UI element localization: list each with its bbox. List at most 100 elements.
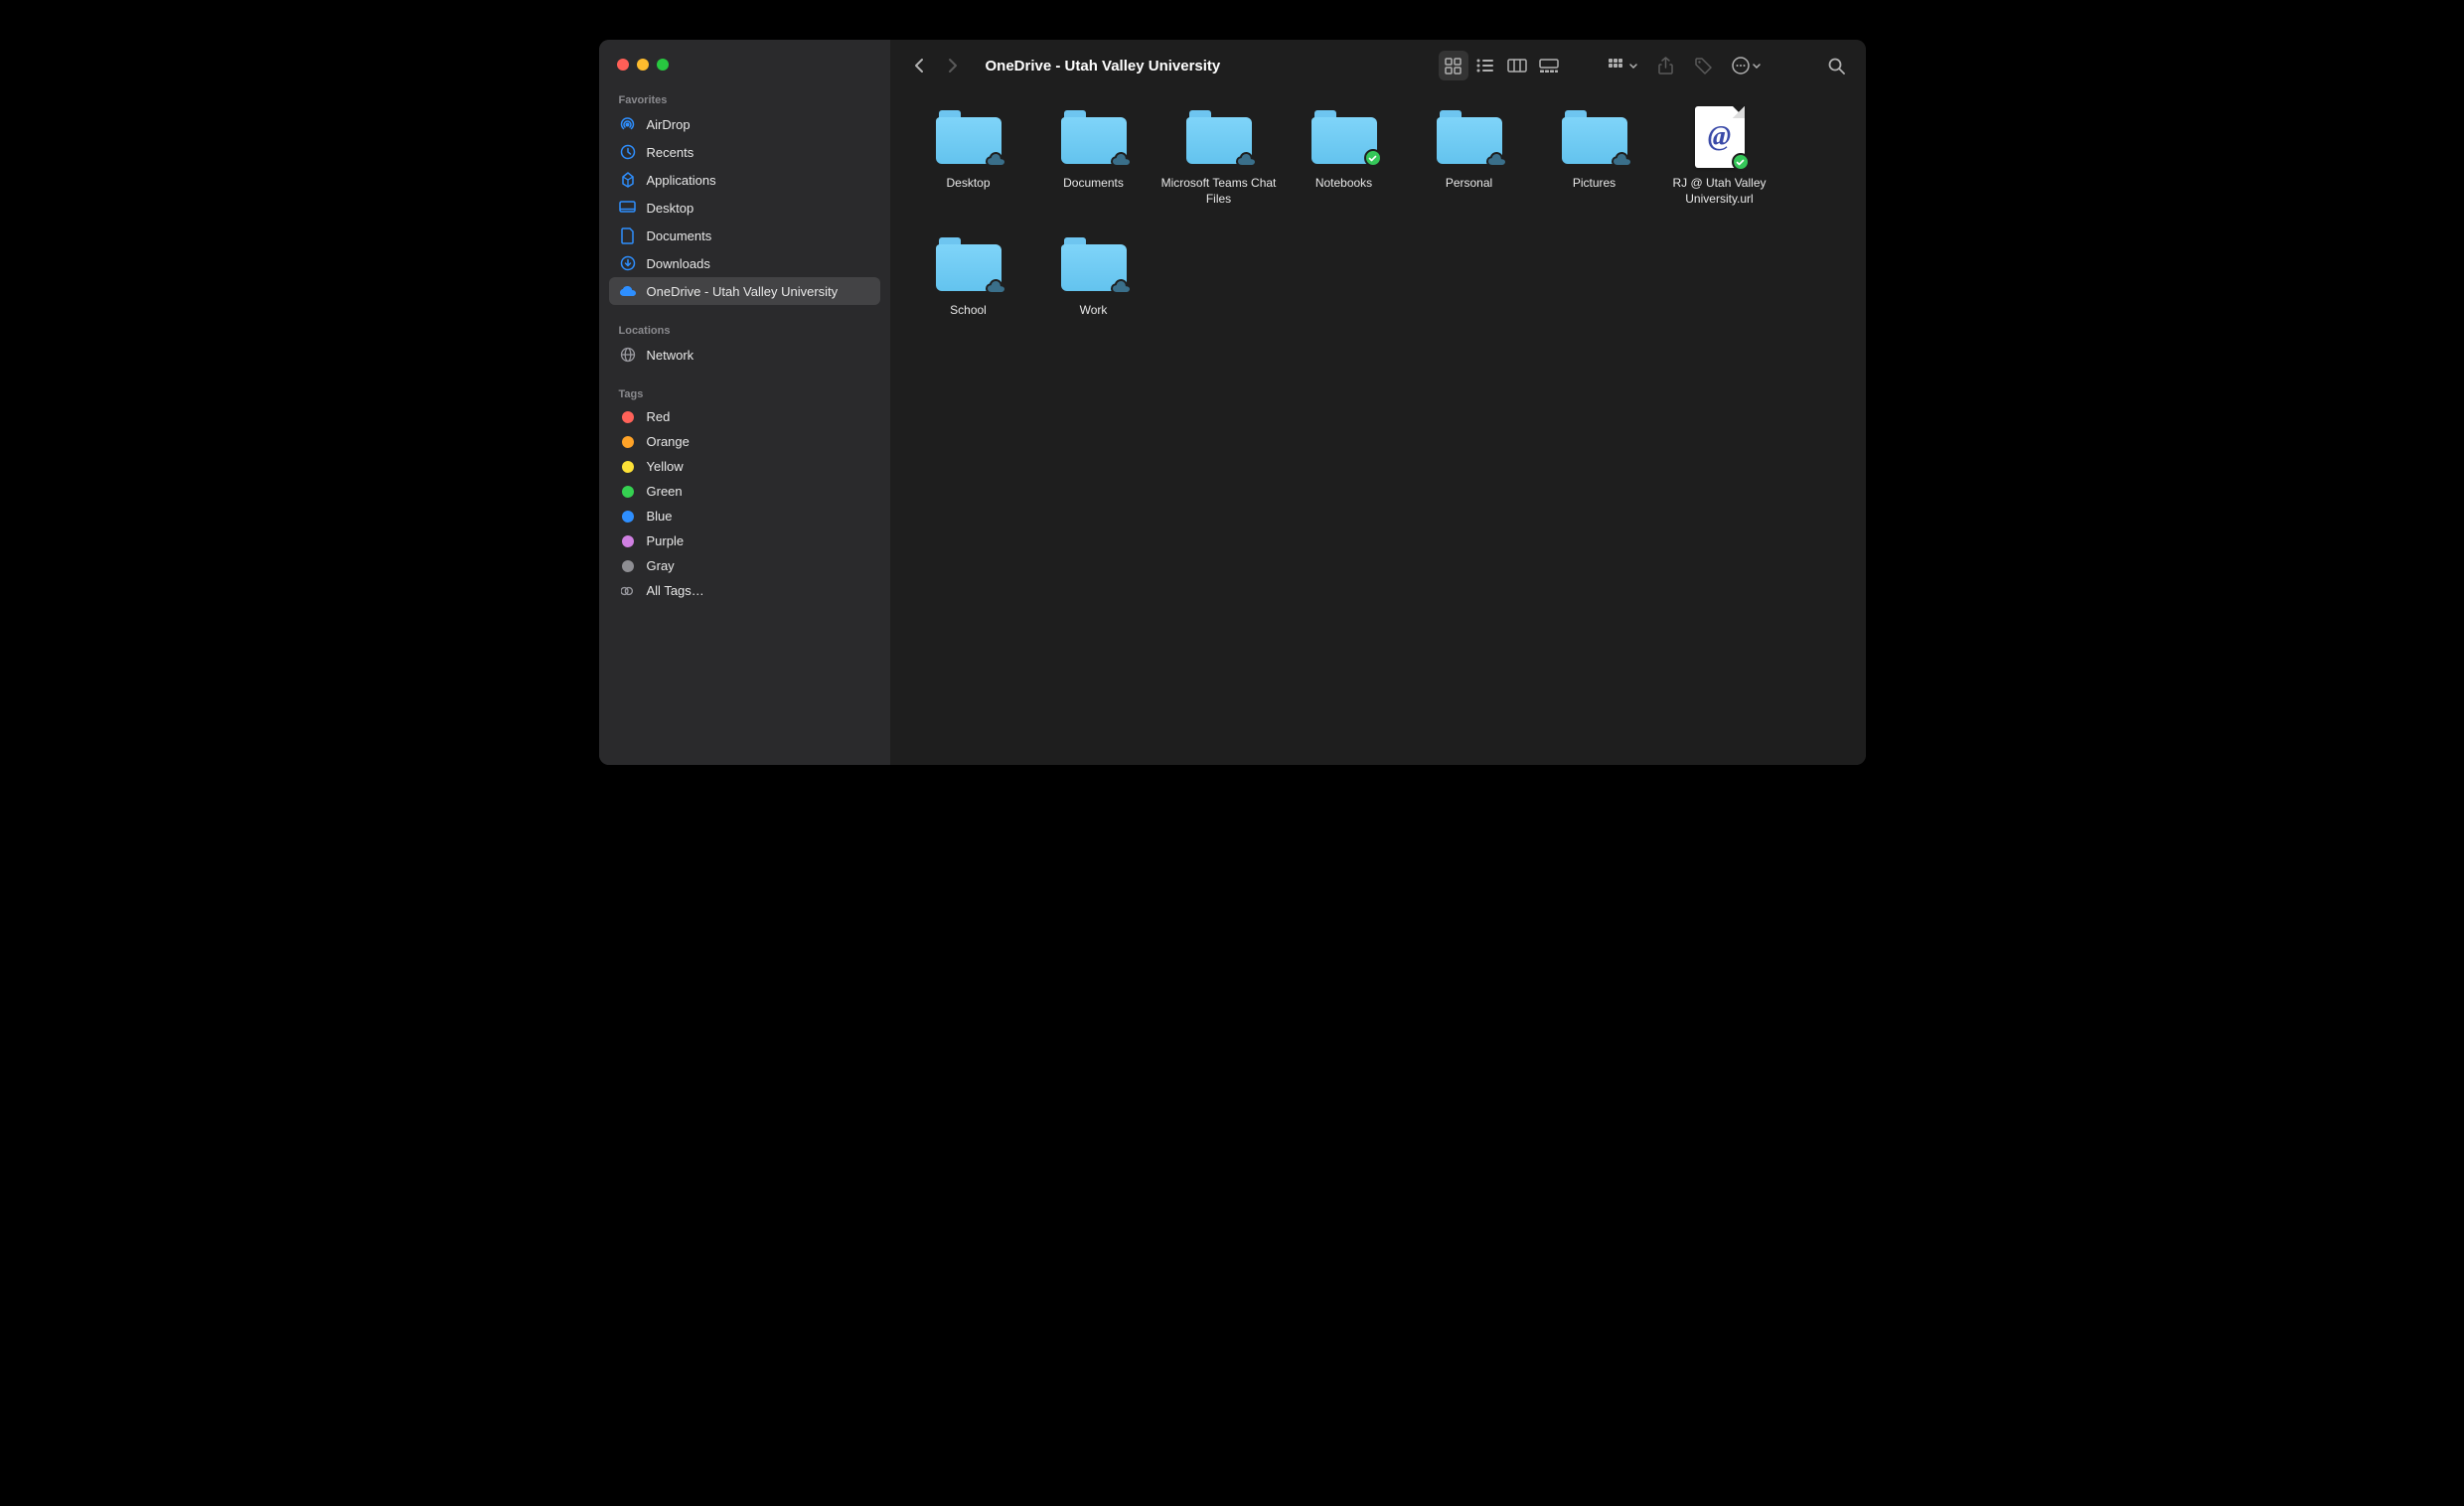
file-label: RJ @ Utah Valley University.url [1661, 175, 1778, 207]
columns-icon [1507, 59, 1527, 73]
folder-icon [1435, 105, 1504, 169]
list-icon [1476, 59, 1493, 73]
toolbar: OneDrive - Utah Valley University [890, 40, 1866, 91]
sidebar-item-recents[interactable]: Recents [609, 138, 880, 166]
file-item[interactable]: Notebooks [1284, 101, 1405, 211]
file-item[interactable]: Pictures [1534, 101, 1655, 211]
sidebar-item-label: Gray [647, 558, 675, 573]
sidebar-item-label: Red [647, 409, 671, 424]
sidebar-item-orange[interactable]: Orange [609, 429, 880, 454]
sidebar-item-green[interactable]: Green [609, 479, 880, 504]
file-item[interactable]: Desktop [908, 101, 1029, 211]
column-view-button[interactable] [1502, 51, 1532, 80]
folder-icon [1560, 105, 1629, 169]
sidebar-item-label: Downloads [647, 256, 710, 271]
file-item[interactable]: Microsoft Teams Chat Files [1158, 101, 1280, 211]
file-label: Microsoft Teams Chat Files [1160, 175, 1278, 207]
maximize-window-button[interactable] [657, 59, 669, 71]
sidebar: Favorites AirDrop Recents Applications Deskt… [599, 40, 890, 765]
view-mode-group [1439, 51, 1564, 80]
action-menu-button[interactable] [1727, 51, 1767, 80]
folder-icon [1059, 105, 1129, 169]
file-item[interactable]: School [908, 228, 1029, 322]
sidebar-item-all-tags[interactable]: All Tags… [609, 578, 880, 603]
cloud-badge-icon [1485, 152, 1507, 168]
file-label: Pictures [1573, 175, 1616, 191]
chevron-down-icon [1629, 64, 1637, 69]
sidebar-item-applications[interactable]: Applications [609, 166, 880, 194]
sidebar-section-header: Favorites [609, 88, 880, 110]
at-symbol-icon: @ [1708, 121, 1731, 153]
tag-icon [1695, 58, 1712, 75]
yellow-tag-icon [622, 461, 634, 473]
sidebar-item-label: Yellow [647, 459, 684, 474]
cloud-icon [619, 282, 637, 300]
cloud-badge-icon [1235, 152, 1257, 168]
file-label: Desktop [946, 175, 990, 191]
search-icon [1828, 58, 1845, 75]
sidebar-item-downloads[interactable]: Downloads [609, 249, 880, 277]
share-button[interactable] [1651, 51, 1681, 80]
purple-tag-icon [622, 535, 634, 547]
forward-button[interactable] [938, 51, 968, 80]
file-item[interactable]: Documents [1033, 101, 1155, 211]
gray-tag-icon [622, 560, 634, 572]
file-label: Notebooks [1315, 175, 1372, 191]
tags-button[interactable] [1689, 51, 1719, 80]
airdrop-icon [619, 115, 637, 133]
sidebar-item-documents[interactable]: Documents [609, 222, 880, 249]
sidebar-item-gray[interactable]: Gray [609, 553, 880, 578]
cloud-badge-icon [1110, 279, 1132, 295]
sidebar-item-blue[interactable]: Blue [609, 504, 880, 528]
sidebar-item-onedrive-utah-valley-university[interactable]: OneDrive - Utah Valley University [609, 277, 880, 305]
sidebar-section-header: Tags [609, 382, 880, 404]
sidebar-item-network[interactable]: Network [609, 341, 880, 369]
file-label: Work [1080, 302, 1108, 318]
sidebar-item-desktop[interactable]: Desktop [609, 194, 880, 222]
finder-window: Favorites AirDrop Recents Applications Deskt… [599, 40, 1866, 765]
folder-icon [1309, 105, 1379, 169]
folder-icon [1184, 105, 1254, 169]
red-tag-icon [622, 411, 634, 423]
sidebar-item-label: Blue [647, 509, 673, 524]
file-item[interactable]: @ RJ @ Utah Valley University.url [1659, 101, 1780, 211]
icon-view-button[interactable] [1439, 51, 1468, 80]
close-window-button[interactable] [617, 59, 629, 71]
sidebar-item-purple[interactable]: Purple [609, 528, 880, 553]
window-title: OneDrive - Utah Valley University [986, 58, 1221, 75]
desktop-icon [619, 199, 637, 217]
back-button[interactable] [904, 51, 934, 80]
chevron-right-icon [948, 58, 958, 74]
synced-badge-icon [1732, 153, 1750, 171]
sidebar-item-label: AirDrop [647, 117, 691, 132]
content-area[interactable]: Desktop Documents Microsoft Teams Chat Fil… [890, 91, 1866, 765]
url-file-icon: @ [1685, 105, 1755, 169]
minimize-window-button[interactable] [637, 59, 649, 71]
sidebar-item-label: Desktop [647, 201, 694, 216]
gallery-view-button[interactable] [1534, 51, 1564, 80]
documents-icon [619, 226, 637, 244]
sidebar-item-label: All Tags… [647, 583, 704, 598]
chevron-left-icon [914, 58, 924, 74]
sidebar-item-red[interactable]: Red [609, 404, 880, 429]
recents-icon [619, 143, 637, 161]
folder-icon [1059, 232, 1129, 296]
list-view-button[interactable] [1470, 51, 1500, 80]
main-pane: OneDrive - Utah Valley University [890, 40, 1866, 765]
file-label: School [950, 302, 987, 318]
file-item[interactable]: Work [1033, 228, 1155, 322]
cloud-badge-icon [1611, 152, 1632, 168]
orange-tag-icon [622, 436, 634, 448]
group-by-button[interactable] [1604, 51, 1643, 80]
window-controls [609, 55, 880, 88]
sidebar-item-label: Applications [647, 173, 716, 188]
sidebar-item-label: Purple [647, 533, 685, 548]
cloud-badge-icon [985, 152, 1006, 168]
sidebar-item-airdrop[interactable]: AirDrop [609, 110, 880, 138]
file-label: Documents [1063, 175, 1124, 191]
sidebar-section-header: Locations [609, 319, 880, 341]
sidebar-item-yellow[interactable]: Yellow [609, 454, 880, 479]
sidebar-item-label: Recents [647, 145, 694, 160]
file-item[interactable]: Personal [1409, 101, 1530, 211]
search-button[interactable] [1822, 51, 1852, 80]
